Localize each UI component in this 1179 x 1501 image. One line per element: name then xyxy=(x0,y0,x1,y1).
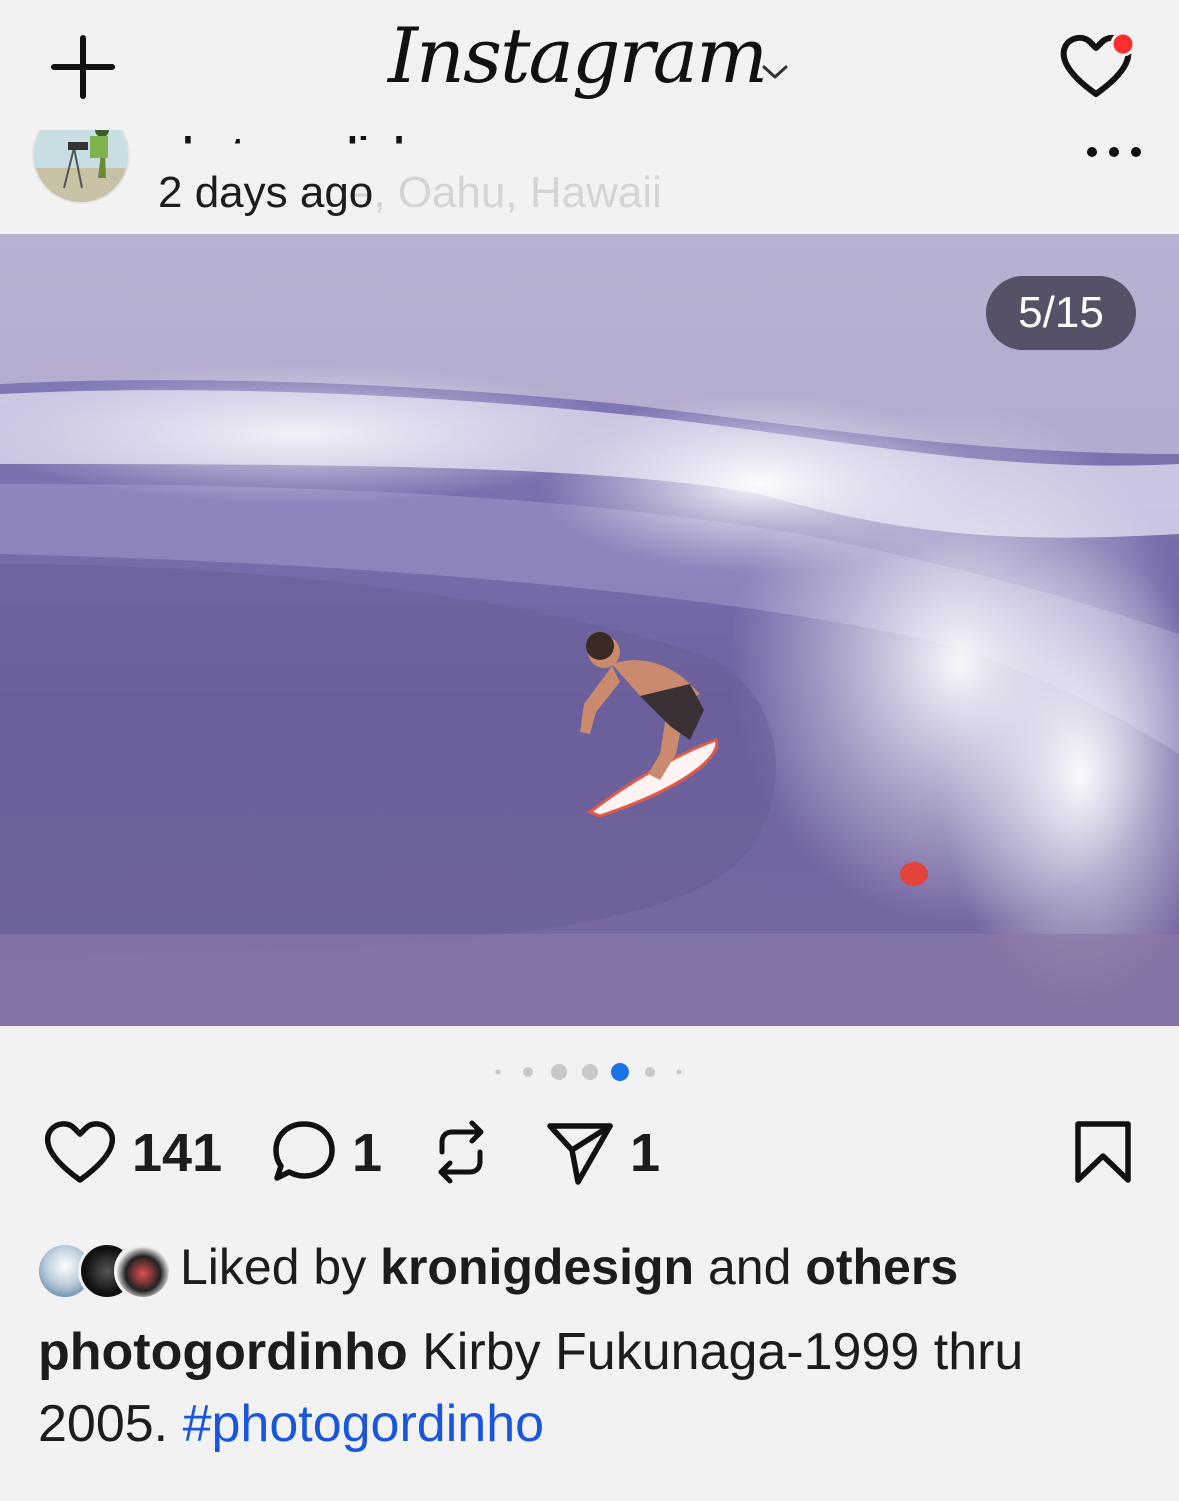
heart-icon[interactable] xyxy=(1058,30,1138,102)
dot xyxy=(523,1067,533,1077)
liker-avatar[interactable] xyxy=(114,1242,172,1300)
dot xyxy=(495,1069,501,1075)
liked-by-others[interactable]: others xyxy=(805,1239,958,1295)
comment-button[interactable] xyxy=(268,1116,340,1188)
like-count[interactable]: 141 xyxy=(132,1122,222,1184)
liked-by[interactable]: Liked by kronigdesign and others xyxy=(180,1238,958,1296)
chevron-down-icon[interactable] xyxy=(760,62,790,82)
dot xyxy=(551,1064,567,1080)
save-button[interactable] xyxy=(1072,1118,1134,1186)
carousel-dots xyxy=(490,1060,690,1084)
comment-count[interactable]: 1 xyxy=(352,1122,382,1184)
post-photo[interactable] xyxy=(0,234,1179,1026)
top-bar: Instagram xyxy=(0,0,1179,130)
caption-username[interactable]: photogordinho xyxy=(38,1323,408,1381)
liked-by-user[interactable]: kronigdesign xyxy=(380,1239,694,1295)
plus-icon[interactable] xyxy=(50,34,116,100)
share-button[interactable] xyxy=(544,1118,616,1188)
heart-icon xyxy=(44,1121,116,1183)
app-title[interactable]: Instagram xyxy=(388,18,768,94)
post-caption: photogordinho Kirby Fukunaga-1999 thru 2… xyxy=(38,1316,1148,1460)
dot xyxy=(582,1064,598,1080)
share-count[interactable]: 1 xyxy=(630,1122,660,1184)
send-icon xyxy=(547,1123,613,1185)
photo-counter: 5/15 xyxy=(986,276,1136,350)
post-time: 2 days ago xyxy=(158,168,374,217)
notification-dot xyxy=(1110,31,1136,57)
ellipsis-icon[interactable] xyxy=(1084,132,1144,172)
surf-photo xyxy=(0,234,1179,1026)
bookmark-icon xyxy=(1075,1121,1131,1183)
caption-hashtag[interactable]: #photogordinho xyxy=(183,1395,544,1453)
comment-icon xyxy=(273,1121,335,1181)
dot xyxy=(645,1067,655,1077)
repost-button[interactable] xyxy=(428,1118,494,1186)
dot xyxy=(676,1069,682,1075)
repost-icon xyxy=(438,1120,484,1184)
active-dot xyxy=(611,1063,629,1081)
like-button[interactable] xyxy=(42,1118,118,1186)
